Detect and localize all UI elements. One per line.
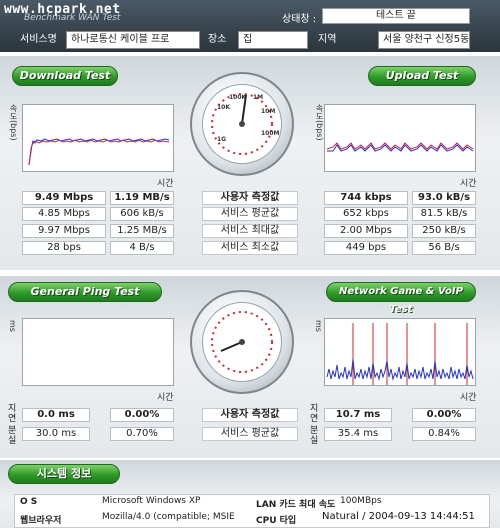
os-label: O S — [20, 497, 38, 507]
ping-loss-label: 분실 — [8, 426, 17, 446]
lan-value: 100MBps — [340, 496, 382, 506]
game-y-label: ms — [314, 320, 323, 332]
game-user-loss: 0.00% — [412, 408, 476, 422]
ping-x-label: 시간 — [157, 393, 174, 403]
speed-gauge-label-100m: 100M — [261, 130, 280, 137]
os-value: Microsoft Windows XP — [102, 496, 201, 506]
ping-gauge-needle — [220, 341, 243, 352]
browser-value: Mozilla/4.0 (compatible; MSIE — [102, 512, 235, 522]
game-user-delay: 10.7 ms — [324, 408, 392, 422]
upload-graph — [324, 104, 476, 172]
download-graph — [22, 104, 174, 172]
download-max-rate: 1.25 MB/s — [110, 224, 174, 238]
ping-center-label-user: 사용자 측정값 — [202, 408, 298, 422]
speed-gauge-label-1m: 1M — [253, 94, 263, 101]
ping-center-label-avg: 서비스 평균값 — [202, 427, 298, 441]
timestamp-overlay: Natural / 2004-09-13 14:44:51 — [320, 511, 477, 522]
speed-gauge-label-100k: 100K — [229, 94, 247, 101]
service-field[interactable]: 하나로통신 케이블 프로 — [66, 31, 200, 49]
upload-x-label: 시간 — [460, 179, 477, 189]
place-label: 장소 — [208, 34, 227, 45]
download-max-value: 9.97 Mbps — [22, 224, 106, 238]
status-field: 테스트 끝 — [322, 8, 470, 24]
center-label-min: 서비스 최소값 — [202, 241, 298, 255]
upload-user-rate: 93.0 kB/s — [412, 191, 476, 205]
download-min-value: 28 bps — [22, 241, 106, 255]
game-graph-svg — [326, 323, 474, 385]
ping-y-label: ms — [8, 320, 17, 332]
speed-gauge-face: 10K 100K 1M 10M 100M 1G — [202, 84, 282, 164]
status-label: 상태창 : — [282, 14, 317, 25]
speed-gauge-hub — [239, 121, 245, 127]
place-field[interactable]: 집 — [238, 31, 308, 49]
ping-avg-loss: 0.70% — [110, 427, 174, 441]
upload-avg-rate: 81.5 kB/s — [412, 207, 476, 221]
browser-label: 웹브라우저 — [20, 516, 62, 526]
ping-gauge-svg — [211, 311, 273, 373]
download-x-label: 시간 — [157, 179, 174, 189]
download-avg-value: 4.85 Mbps — [22, 207, 106, 221]
upload-max-rate: 250 kB/s — [412, 224, 476, 238]
game-avg-delay: 35.4 ms — [324, 427, 392, 441]
download-line-2 — [28, 139, 170, 166]
system-info-button[interactable]: 시스템 정보 — [8, 464, 120, 484]
service-label: 서비스명 — [20, 34, 57, 45]
upload-graph-svg — [326, 142, 474, 152]
game-latency-line — [326, 358, 474, 381]
ping-graph — [22, 318, 174, 386]
download-user-rate: 1.19 MB/s — [110, 191, 174, 205]
lan-label: LAN 카드 최대 속도 — [256, 500, 336, 510]
game-x-label: 시간 — [460, 393, 477, 403]
center-label-avg: 서비스 평균값 — [202, 207, 298, 221]
upload-line-2 — [326, 142, 474, 150]
ping-user-delay: 0.0 ms — [22, 408, 90, 422]
upload-min-rate: 56 B/s — [412, 241, 476, 255]
download-test-button[interactable]: Download Test — [12, 66, 118, 86]
general-ping-test-button[interactable]: General Ping Test — [8, 282, 162, 302]
app-subtitle: Benchmark WAN Test — [24, 13, 121, 23]
center-label-max: 서비스 최대값 — [202, 224, 298, 238]
download-user-value: 9.49 Mbps — [22, 191, 106, 205]
network-game-voip-test-button[interactable]: Network Game & VoIP Test — [326, 282, 476, 315]
upload-min-value: 449 bps — [324, 241, 408, 255]
upload-max-value: 2.00 Mbps — [324, 224, 408, 238]
speed-gauge-svg: 10K 100K 1M 10M 100M 1G — [211, 93, 280, 155]
download-avg-rate: 606 kB/s — [110, 207, 174, 221]
download-y-label: 속도(bps) — [9, 104, 18, 141]
region-field[interactable]: 서울 양천구 신정5동 — [378, 31, 470, 49]
ping-gauge-face — [202, 302, 282, 382]
upload-avg-value: 652 kbps — [324, 207, 408, 221]
ping-gauge-hub — [239, 339, 245, 345]
download-line-1 — [28, 138, 170, 166]
upload-user-value: 744 kbps — [324, 191, 408, 205]
cpu-label: CPU 타입 — [256, 516, 297, 526]
speed-gauge-label-1g: 1G — [217, 136, 226, 143]
game-delay-label: 지연 — [310, 404, 319, 424]
upload-test-button[interactable]: Upload Test — [368, 66, 476, 86]
game-loss-label: 분실 — [310, 426, 319, 446]
center-label-user: 사용자 측정값 — [202, 191, 298, 205]
download-graph-svg — [28, 138, 170, 166]
speed-gauge: 10K 100K 1M 10M 100M 1G — [190, 72, 294, 176]
ping-delay-label: 지연 — [8, 404, 17, 424]
ping-gauge — [190, 290, 294, 394]
region-label: 지역 — [318, 34, 337, 45]
speed-gauge-label-10k: 10K — [217, 104, 230, 111]
game-graph — [324, 318, 476, 386]
download-min-rate: 4 B/s — [110, 241, 174, 255]
speed-gauge-label-10m: 10M — [261, 108, 275, 115]
ping-user-loss: 0.00% — [110, 408, 174, 422]
game-avg-loss: 0.84% — [412, 427, 476, 441]
ping-avg-delay: 30.0 ms — [22, 427, 90, 441]
